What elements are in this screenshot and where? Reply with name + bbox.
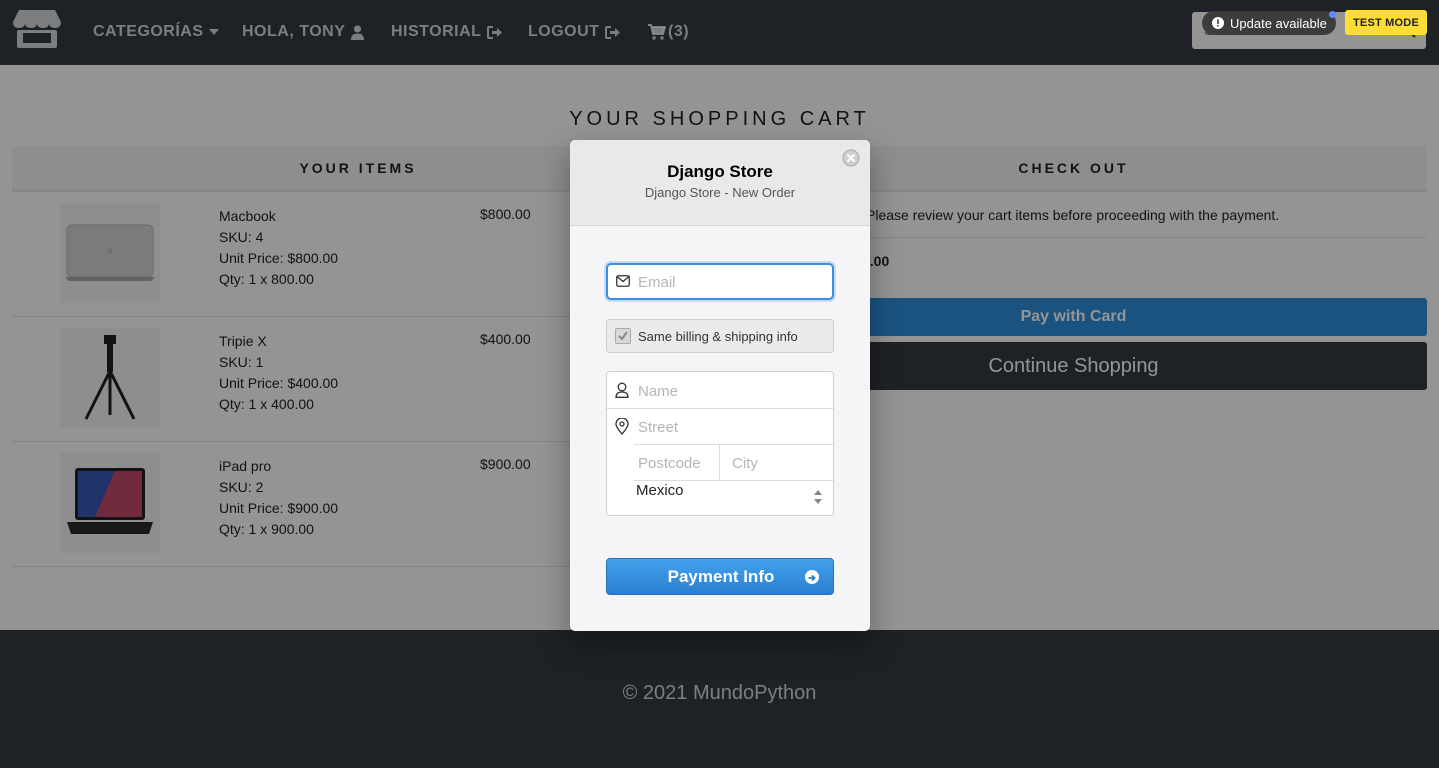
modal-header: Django Store Django Store - New Order — [570, 140, 870, 226]
postcode-input[interactable] — [636, 445, 720, 481]
same-billing-label: Same billing & shipping info — [638, 328, 798, 344]
update-available-badge[interactable]: Update available — [1202, 11, 1336, 35]
email-input[interactable] — [636, 265, 830, 300]
close-icon[interactable] — [842, 149, 860, 167]
envelope-icon — [616, 275, 630, 287]
notification-dot — [1329, 11, 1336, 18]
street-field — [607, 409, 833, 445]
update-available-label: Update available — [1230, 15, 1327, 31]
modal-subtitle: Django Store - New Order — [644, 185, 796, 200]
country-select[interactable]: Mexico — [636, 482, 684, 499]
checkout-modal: Django Store Django Store - New Order Sa… — [570, 140, 870, 631]
payment-info-button[interactable]: Payment Info — [606, 558, 834, 595]
divider — [719, 445, 720, 481]
same-billing-checkbox-row[interactable]: Same billing & shipping info — [606, 319, 834, 353]
address-fields: Mexico — [606, 371, 834, 516]
checkmark-icon — [618, 331, 628, 341]
street-input[interactable] — [636, 409, 830, 445]
test-mode-badge: TEST MODE — [1345, 10, 1427, 35]
arrow-right-icon — [805, 570, 819, 584]
email-field — [606, 263, 834, 300]
modal-title: Django Store — [667, 162, 773, 181]
city-input[interactable] — [730, 445, 829, 481]
select-arrows-icon — [814, 490, 822, 504]
payment-info-label: Payment Info — [667, 567, 775, 586]
divider — [634, 480, 833, 481]
alert-icon — [1212, 17, 1224, 29]
name-input[interactable] — [636, 373, 830, 409]
person-icon — [615, 382, 629, 398]
same-billing-checkbox[interactable] — [615, 328, 631, 344]
name-field — [607, 372, 833, 409]
location-pin-icon — [615, 418, 629, 435]
